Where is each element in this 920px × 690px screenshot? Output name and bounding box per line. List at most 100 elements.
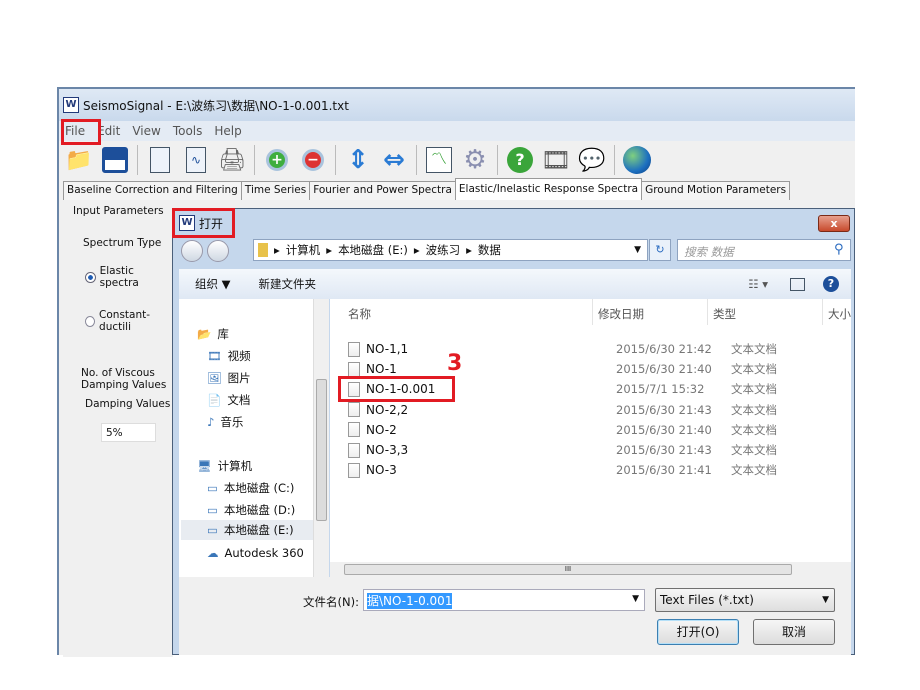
help-icon[interactable]: ? bbox=[823, 276, 839, 292]
column-date[interactable]: 修改日期 bbox=[598, 306, 644, 322]
print-icon[interactable]: 🖨 bbox=[216, 144, 248, 176]
text-file-icon bbox=[348, 442, 360, 458]
nav-item-label: 本地磁盘 (D:) bbox=[223, 503, 296, 517]
tab-ground-motion[interactable]: Ground Motion Parameters bbox=[641, 181, 791, 200]
column-name[interactable]: 名称 bbox=[348, 306, 371, 322]
breadcrumb-sep: ▸ bbox=[466, 243, 472, 257]
column-size[interactable]: 大小 bbox=[828, 306, 851, 322]
nav-item[interactable]: ▭ 本地磁盘 (E:) bbox=[181, 520, 315, 540]
filename-input[interactable]: 据\NO-1-0.001 ▼ bbox=[363, 589, 645, 611]
chevron-down-icon[interactable]: ▼ bbox=[632, 594, 639, 604]
search-icon[interactable]: ⚲ bbox=[834, 242, 844, 257]
radio-elastic-label: Elastic spectra bbox=[99, 265, 139, 289]
filename-label: 文件名(N): bbox=[303, 595, 359, 609]
nav-item[interactable]: 📂 库 bbox=[197, 326, 229, 342]
vertical-arrows-icon[interactable]: ⇕ bbox=[342, 144, 374, 176]
open-button[interactable]: 打开(O) bbox=[657, 619, 739, 645]
nav-scroll-thumb[interactable] bbox=[316, 379, 327, 521]
help-icon[interactable]: ? bbox=[504, 144, 536, 176]
nav-scrollbar[interactable] bbox=[313, 299, 329, 577]
file-type: 文本文档 bbox=[731, 382, 777, 397]
speech-bubbles-icon[interactable]: 💬 bbox=[576, 144, 608, 176]
picture-icon: 🖼 bbox=[207, 371, 222, 385]
back-button[interactable] bbox=[181, 240, 203, 262]
organize-button[interactable]: 组织 ▼ bbox=[195, 276, 231, 292]
nav-item[interactable]: 🎞 视频 bbox=[207, 348, 251, 364]
radio-constant-ductility[interactable]: Constant-ductili bbox=[85, 309, 173, 333]
close-button[interactable]: x bbox=[818, 215, 850, 232]
nav-item[interactable]: ♪ 音乐 bbox=[207, 414, 243, 430]
globe-icon[interactable] bbox=[621, 144, 653, 176]
scroll-thumb[interactable]: III bbox=[344, 564, 792, 575]
new-document-icon[interactable] bbox=[144, 144, 176, 176]
navigation-pane: 📂 库 🎞 视频 🖼 图片 📄 文档 ♪ 音乐 🖥 计算机 ▭ 本地磁盘 (C:) ▭ 本地磁盘 (D:) ▭ 本… bbox=[179, 299, 329, 577]
breadcrumb-item[interactable]: 数据 bbox=[478, 242, 501, 258]
view-options-icon[interactable]: ☷ ▾ bbox=[748, 277, 768, 291]
horizontal-scrollbar[interactable]: III bbox=[330, 562, 851, 577]
file-row[interactable]: NO-3,3 2015/6/30 21:43 文本文档 bbox=[348, 440, 848, 460]
text-file-icon bbox=[348, 422, 360, 438]
menu-help[interactable]: Help bbox=[208, 124, 247, 138]
column-type[interactable]: 类型 bbox=[713, 306, 736, 322]
menu-view[interactable]: View bbox=[126, 124, 166, 138]
breadcrumb-item[interactable]: 本地磁盘 (E:) bbox=[338, 242, 408, 258]
breadcrumb-sep: ▸ bbox=[274, 243, 280, 257]
film-reel-icon[interactable]: 🎞 bbox=[540, 144, 572, 176]
refresh-icon[interactable]: ↻ bbox=[649, 239, 671, 261]
file-date: 2015/6/30 21:43 bbox=[616, 402, 712, 417]
nav-item[interactable]: 📄 文档 bbox=[207, 392, 250, 408]
chart-icon[interactable]: 〽 bbox=[423, 144, 455, 176]
input-parameters-label: Input Parameters bbox=[73, 205, 164, 217]
file-type: 文本文档 bbox=[731, 422, 777, 437]
toolbar-separator bbox=[416, 145, 417, 175]
forward-button[interactable] bbox=[207, 240, 229, 262]
tab-time-series[interactable]: Time Series bbox=[240, 181, 311, 200]
nav-item-label: 文档 bbox=[227, 393, 251, 407]
breadcrumb-item[interactable]: 波练习 bbox=[426, 242, 461, 258]
cancel-button[interactable]: 取消 bbox=[753, 619, 835, 645]
file-list: 名称 修改日期 类型 大小 NO-1,1 2015/6/30 21:42 文本文档 N… bbox=[330, 299, 851, 565]
new-folder-button[interactable]: 新建文件夹 bbox=[259, 276, 317, 292]
tab-fourier-spectra[interactable]: Fourier and Power Spectra bbox=[309, 181, 456, 200]
nav-item[interactable]: 🖼 图片 bbox=[207, 370, 251, 386]
nav-item-label: 计算机 bbox=[217, 459, 253, 473]
damping-value-input[interactable]: 5% bbox=[101, 423, 156, 442]
zoom-out-icon[interactable]: − bbox=[297, 144, 329, 176]
radio-elastic[interactable]: Elastic spectra bbox=[85, 265, 173, 289]
toolbar: 📁 ∿ 🖨 + − ⇕ ⇔ 〽 ⚙ ? 🎞 💬 bbox=[59, 141, 855, 179]
search-input[interactable]: 搜索 数据 bbox=[677, 239, 851, 261]
chevron-down-icon[interactable]: ▼ bbox=[634, 245, 641, 255]
file-type: 文本文档 bbox=[731, 463, 777, 478]
toolbar-separator bbox=[497, 145, 498, 175]
file-row[interactable]: NO-3 2015/6/30 21:41 文本文档 bbox=[348, 460, 848, 480]
signal-document-icon[interactable]: ∿ bbox=[180, 144, 212, 176]
column-divider bbox=[822, 299, 823, 325]
file-type-select[interactable]: Text Files (*.txt) ▼ bbox=[655, 588, 835, 612]
gear-icon[interactable]: ⚙ bbox=[459, 144, 491, 176]
address-bar[interactable]: ▸ 计算机 ▸ 本地磁盘 (E:) ▸ 波练习 ▸ 数据 ▼ bbox=[253, 239, 648, 261]
save-icon[interactable] bbox=[99, 144, 131, 176]
nav-item[interactable]: 🖥 计算机 bbox=[197, 458, 252, 474]
tab-response-spectra[interactable]: Elastic/Inelastic Response Spectra bbox=[454, 178, 643, 200]
file-type-value: Text Files (*.txt) bbox=[660, 593, 754, 607]
file-row[interactable]: NO-2,2 2015/6/30 21:43 文本文档 bbox=[348, 400, 848, 420]
nav-item-label: 视频 bbox=[227, 349, 251, 363]
toolbar-separator bbox=[614, 145, 615, 175]
preview-pane-icon[interactable] bbox=[790, 277, 805, 291]
breadcrumb-item[interactable]: 计算机 bbox=[286, 242, 321, 258]
toolbar-separator bbox=[137, 145, 138, 175]
title-bar: W SeismoSignal - E:\波练习\数据\NO-1-0.001.tx… bbox=[59, 89, 855, 121]
file-row[interactable]: NO-2 2015/6/30 21:40 文本文档 bbox=[348, 420, 848, 440]
menu-tools[interactable]: Tools bbox=[167, 124, 209, 138]
dialog-title-bar: W 打开 bbox=[173, 209, 856, 237]
nav-item[interactable]: ☁ Autodesk 360 bbox=[207, 546, 304, 560]
nav-item-label: 本地磁盘 (E:) bbox=[223, 523, 294, 537]
tab-baseline-correction[interactable]: Baseline Correction and Filtering bbox=[63, 181, 242, 200]
horizontal-arrows-icon[interactable]: ⇔ bbox=[378, 144, 410, 176]
nav-item-label: 库 bbox=[217, 327, 229, 341]
nav-item[interactable]: ▭ 本地磁盘 (C:) bbox=[207, 480, 294, 496]
open-folder-icon[interactable]: 📁 bbox=[63, 144, 95, 176]
nav-item[interactable]: ▭ 本地磁盘 (D:) bbox=[207, 502, 295, 518]
file-row[interactable]: NO-1,1 2015/6/30 21:42 文本文档 bbox=[348, 339, 848, 359]
zoom-in-icon[interactable]: + bbox=[261, 144, 293, 176]
